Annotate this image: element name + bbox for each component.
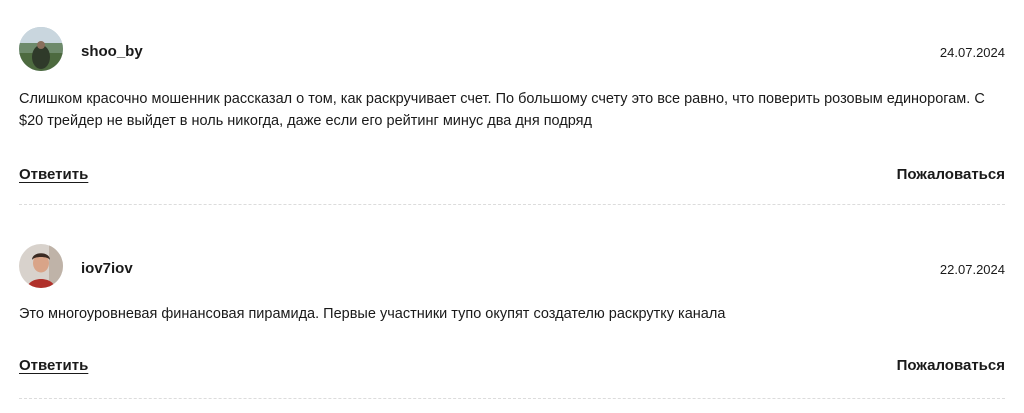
comment-text: Слишком красочно мошенник рассказал о то… xyxy=(19,91,985,129)
report-link[interactable]: Пожаловаться xyxy=(897,166,1005,183)
reply-link[interactable]: Ответить xyxy=(19,357,88,374)
avatar[interactable] xyxy=(19,27,63,71)
avatar[interactable] xyxy=(19,244,63,288)
comment-header: shoo_by 24.07.2024 xyxy=(19,27,1005,77)
username[interactable]: iov7iov xyxy=(81,260,133,277)
comment-text: Это многоуровневая финансовая пирамида. … xyxy=(19,306,726,322)
comment-item: iov7iov 22.07.2024 Это многоуровневая фи… xyxy=(19,244,1005,374)
comment-actions: Ответить Пожаловаться xyxy=(19,164,1005,188)
username[interactable]: shoo_by xyxy=(81,43,143,60)
comment-divider xyxy=(19,398,1005,399)
comment-header: iov7iov 22.07.2024 xyxy=(19,244,1005,294)
reply-link[interactable]: Ответить xyxy=(19,166,88,183)
comment-divider xyxy=(19,204,1005,205)
report-link[interactable]: Пожаловаться xyxy=(897,357,1005,374)
comment-item: shoo_by 24.07.2024 Слишком красочно моше… xyxy=(19,27,1005,183)
avatar-image xyxy=(19,27,63,71)
comment-actions: Ответить Пожаловаться xyxy=(19,355,1005,379)
comments-list: shoo_by 24.07.2024 Слишком красочно моше… xyxy=(0,0,1024,413)
comment-date: 22.07.2024 xyxy=(939,262,1005,277)
comment-date: 24.07.2024 xyxy=(939,45,1005,60)
avatar-image xyxy=(19,244,63,288)
